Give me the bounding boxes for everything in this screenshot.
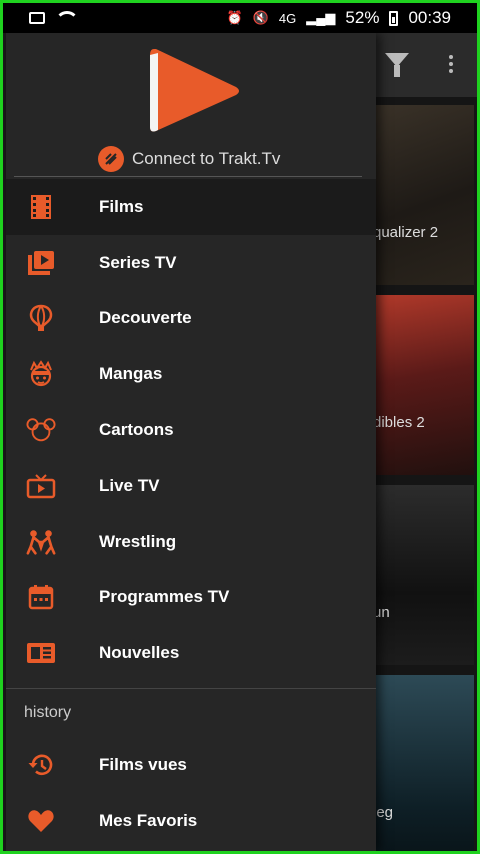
gallery-notification-icon <box>29 12 45 24</box>
drawer-menu: Films Series TV Decouverte Mangas Cartoo… <box>6 179 376 849</box>
mickey-ears-icon <box>26 415 56 445</box>
trakt-connect-label: Connect to Trakt.Tv <box>132 149 281 168</box>
mute-icon: 🔇 <box>252 10 269 25</box>
menu-item-label: Mes Favoris <box>99 810 198 830</box>
menu-item-mes-favoris[interactable]: Mes Favoris <box>6 793 376 849</box>
menu-item-label: Wrestling <box>99 531 177 551</box>
wifi-icon <box>55 11 79 25</box>
battery-icon <box>389 10 399 26</box>
poster-title: dibles 2 <box>373 414 425 431</box>
network-type: 4G <box>278 10 297 26</box>
menu-item-films-vues[interactable]: Films vues <box>6 737 376 793</box>
navigation-drawer: Connect to Trakt.Tv Films Series TV Deco… <box>6 33 376 851</box>
menu-item-programmes-tv[interactable]: Programmes TV <box>6 570 376 626</box>
menu-item-nouvelles[interactable]: Nouvelles <box>6 625 376 681</box>
menu-item-label: Live TV <box>99 475 160 495</box>
poster-grid: qualizer 2 dibles 2 un leg <box>373 97 477 851</box>
signal-icon: ▂▄▆ <box>306 10 336 25</box>
heart-icon <box>26 806 56 836</box>
history-clock-icon <box>26 750 56 780</box>
menu-item-label: Decouverte <box>99 308 192 328</box>
trakt-connect-link[interactable]: Connect to Trakt.Tv <box>98 146 280 172</box>
menu-item-live-tv[interactable]: Live TV <box>6 458 376 514</box>
poster-title: qualizer 2 <box>373 224 439 241</box>
app-logo-play-icon <box>150 49 239 132</box>
menu-item-mangas[interactable]: Mangas <box>6 346 376 402</box>
battery-percent: 52% <box>345 8 380 27</box>
history-section-title: history <box>24 704 72 722</box>
menu-item-label: Cartoons <box>99 420 174 440</box>
menu-item-label: Nouvelles <box>99 643 180 663</box>
menu-item-label: Programmes TV <box>99 587 230 607</box>
poster-title: leg <box>373 804 394 821</box>
tv-icon <box>26 471 56 501</box>
menu-item-decouverte[interactable]: Decouverte <box>6 291 376 347</box>
filter-icon[interactable] <box>385 53 409 77</box>
menu-item-label: Mangas <box>99 364 163 384</box>
poster-card[interactable]: dibles 2 <box>373 295 474 475</box>
newspaper-icon <box>26 638 56 668</box>
clock: 00:39 <box>408 8 451 27</box>
menu-item-films[interactable]: Films <box>6 179 376 235</box>
status-bar: ⏰ 🔇 4G ▂▄▆ 52% 00:39 <box>3 3 477 33</box>
menu-item-label: Series TV <box>99 252 177 272</box>
app-frame: ⏰ 🔇 4G ▂▄▆ 52% 00:39 qualizer 2 dibles 2… <box>0 0 480 854</box>
wrestlers-icon <box>26 527 56 557</box>
menu-item-label: Films vues <box>99 755 187 775</box>
trakt-logo-icon <box>98 146 124 172</box>
calendar-icon <box>26 582 56 612</box>
play-stack-icon <box>26 248 56 278</box>
anime-face-icon <box>26 359 56 389</box>
poster-card[interactable]: qualizer 2 <box>373 105 474 285</box>
alarm-icon: ⏰ <box>226 10 243 25</box>
header-divider <box>14 176 362 177</box>
app-toolbar <box>373 33 477 97</box>
menu-item-cartoons[interactable]: Cartoons <box>6 402 376 458</box>
balloon-icon <box>26 303 56 333</box>
more-options-icon[interactable] <box>449 55 453 59</box>
poster-card[interactable]: leg <box>373 675 474 851</box>
menu-item-wrestling[interactable]: Wrestling <box>6 514 376 570</box>
menu-item-label: Films <box>99 196 144 216</box>
poster-card[interactable]: un <box>373 485 474 665</box>
film-strip-icon <box>26 192 56 222</box>
menu-item-series-tv[interactable]: Series TV <box>6 235 376 291</box>
drawer-header: Connect to Trakt.Tv <box>6 33 376 177</box>
